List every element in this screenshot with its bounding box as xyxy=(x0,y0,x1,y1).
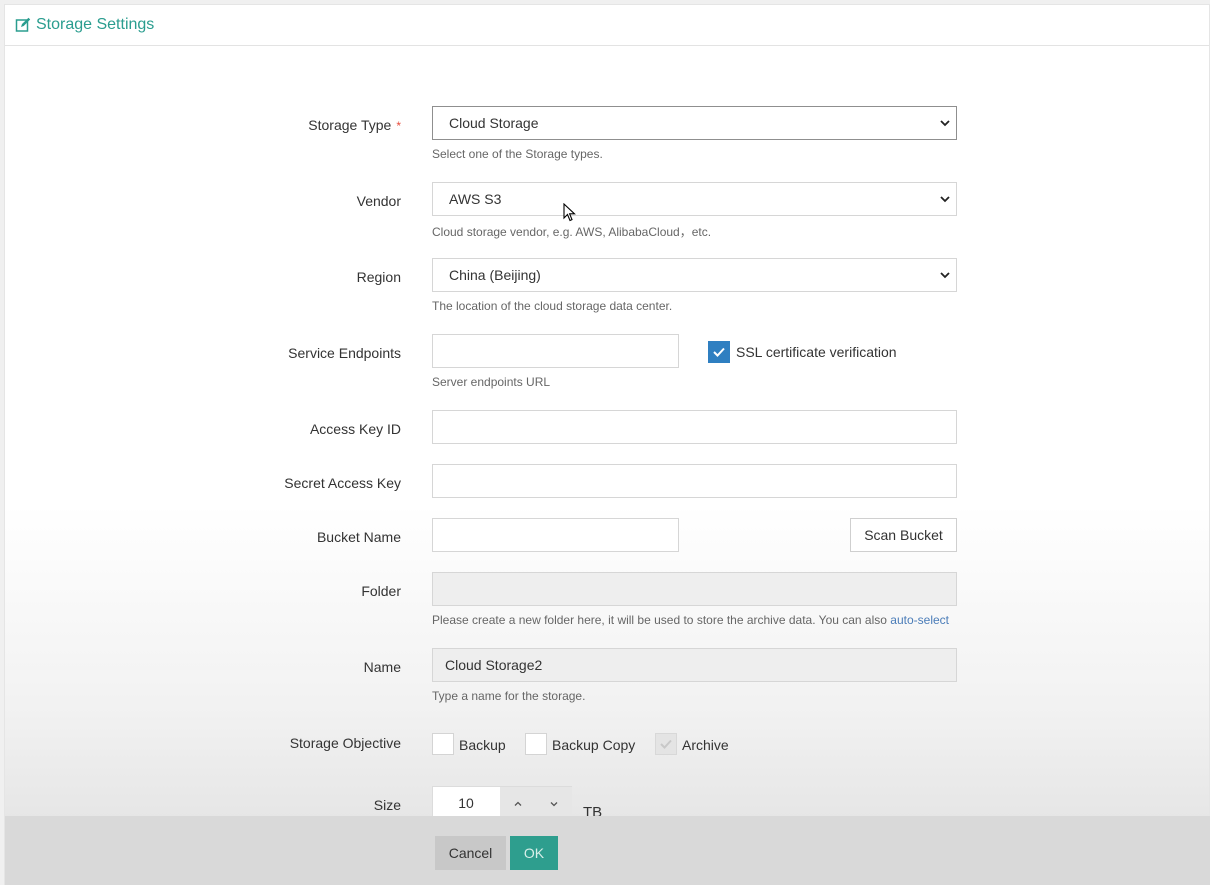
mouse-cursor-icon xyxy=(563,203,576,222)
service-endpoints-input[interactable] xyxy=(432,334,679,368)
name-hint: Type a name for the storage. xyxy=(432,689,586,703)
vendor-select[interactable]: AWS S3 xyxy=(432,182,957,216)
name-value: Cloud Storage2 xyxy=(445,657,543,673)
access-key-id-label: Access Key ID xyxy=(309,421,401,437)
folder-hint-text: Please create a new folder here, it will… xyxy=(432,613,887,627)
chevron-down-icon xyxy=(940,120,950,127)
backup-copy-checkbox[interactable] xyxy=(525,733,547,755)
backup-checkbox[interactable] xyxy=(432,733,454,755)
scan-bucket-button[interactable]: Scan Bucket xyxy=(850,518,957,552)
folder-label: Folder xyxy=(361,583,401,599)
size-label: Size xyxy=(373,797,401,813)
folder-hint: Please create a new folder here, it will… xyxy=(432,613,949,627)
check-icon xyxy=(660,739,672,749)
dialog-footer: Cancel OK xyxy=(5,816,1210,885)
secret-access-key-input[interactable] xyxy=(432,464,957,498)
storage-objective-label: Storage Objective xyxy=(289,735,401,751)
archive-checkbox[interactable] xyxy=(655,733,677,755)
edit-icon xyxy=(15,17,31,32)
page-title: Storage Settings xyxy=(36,16,155,33)
backup-copy-label[interactable]: Backup Copy xyxy=(552,737,635,753)
required-mark: * xyxy=(396,119,401,133)
storage-type-hint: Select one of the Storage types. xyxy=(432,147,603,161)
vendor-value: AWS S3 xyxy=(449,191,502,207)
storage-type-label: Storage Type * xyxy=(308,117,401,133)
chevron-down-icon xyxy=(940,196,950,203)
ssl-verification-checkbox[interactable] xyxy=(708,341,730,363)
bucket-name-input[interactable] xyxy=(432,518,679,552)
size-stepper[interactable]: 10 xyxy=(432,786,572,821)
folder-input[interactable] xyxy=(432,572,957,606)
service-endpoints-hint: Server endpoints URL xyxy=(432,375,551,389)
chevron-up-icon xyxy=(514,801,522,806)
chevron-down-icon xyxy=(550,802,558,807)
name-label: Name xyxy=(363,659,401,675)
bucket-name-label: Bucket Name xyxy=(316,529,401,545)
service-endpoints-label: Service Endpoints xyxy=(288,345,401,361)
storage-type-value: Cloud Storage xyxy=(449,115,539,131)
access-key-id-input[interactable] xyxy=(432,410,957,444)
size-value: 10 xyxy=(458,795,474,811)
storage-settings-panel: Storage Settings Storage Type * Cloud Sto… xyxy=(4,4,1210,885)
region-hint: The location of the cloud storage data c… xyxy=(432,299,673,313)
region-select[interactable]: China (Beijing) xyxy=(432,258,957,292)
backup-label[interactable]: Backup xyxy=(459,737,506,753)
chevron-down-icon xyxy=(940,272,950,279)
region-value: China (Beijing) xyxy=(449,267,541,283)
archive-label[interactable]: Archive xyxy=(682,737,729,753)
cancel-button[interactable]: Cancel xyxy=(435,836,506,870)
secret-access-key-label: Secret Access Key xyxy=(284,475,401,491)
storage-type-select[interactable]: Cloud Storage xyxy=(432,106,957,140)
check-icon xyxy=(713,347,725,357)
ssl-verification-label[interactable]: SSL certificate verification xyxy=(736,344,897,360)
panel-header: Storage Settings xyxy=(5,5,1209,46)
ok-button[interactable]: OK xyxy=(510,836,558,870)
vendor-hint: Cloud storage vendor, e.g. AWS, AlibabaC… xyxy=(432,225,712,239)
region-label: Region xyxy=(356,269,401,285)
auto-select-link[interactable]: auto-select xyxy=(890,613,949,627)
name-input[interactable]: Cloud Storage2 xyxy=(432,648,957,682)
vendor-label: Vendor xyxy=(356,193,401,209)
